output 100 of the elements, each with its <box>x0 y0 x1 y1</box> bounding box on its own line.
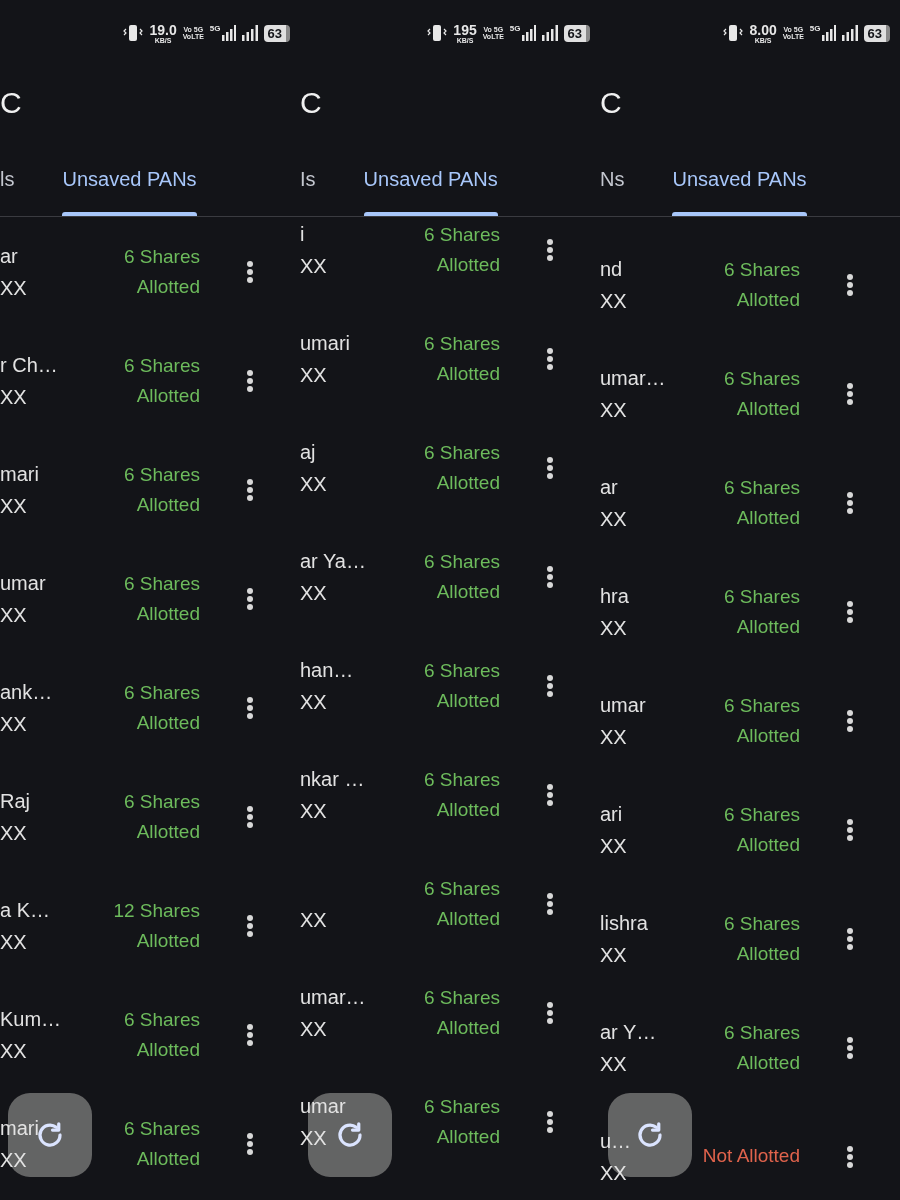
shares-count: 6 Shares <box>123 571 200 596</box>
investor-name: nkar … <box>300 766 365 792</box>
shares-count: 6 Shares <box>423 549 500 574</box>
pan-number: XX <box>300 580 327 606</box>
allotment-status: Allotted <box>136 710 200 735</box>
more-options-icon[interactable] <box>244 694 256 721</box>
pan-number: XX <box>300 907 327 933</box>
allotment-status: Allotted <box>736 941 800 966</box>
investor-name: ank… <box>0 679 53 705</box>
pan-number: XX <box>600 1051 627 1077</box>
more-options-icon[interactable] <box>244 912 256 939</box>
investor-name: hra <box>600 583 629 609</box>
shares-count: 12 Shares <box>113 898 200 923</box>
vibrate-icon <box>123 23 144 43</box>
signal-icon <box>541 25 558 41</box>
speed-value: 19.0 <box>149 22 177 37</box>
pan-number: XX <box>300 1016 327 1042</box>
pan-number: XX <box>0 275 27 301</box>
investor-name: ar <box>600 474 618 500</box>
pan-number: XX <box>300 689 327 715</box>
shares-count: 6 Shares <box>123 789 200 814</box>
app-title: C <box>300 84 322 121</box>
more-options-icon[interactable] <box>244 1130 256 1157</box>
more-options-icon[interactable] <box>544 454 556 481</box>
allotment-status: Allotted <box>736 287 800 312</box>
more-options-icon[interactable] <box>844 1143 856 1170</box>
more-options-icon[interactable] <box>544 345 556 372</box>
more-options-icon[interactable] <box>844 271 856 298</box>
app-title: C <box>0 84 22 121</box>
pan-number: XX <box>300 362 327 388</box>
tab[interactable]: Unsaved PANs <box>363 138 498 216</box>
more-options-icon[interactable] <box>244 258 256 285</box>
investor-name: umari <box>300 330 350 356</box>
pan-number: XX <box>300 471 327 497</box>
signal-icon <box>221 25 236 41</box>
tab[interactable]: Unsaved PANs <box>62 138 197 216</box>
pan-number: XX <box>600 942 627 968</box>
pan-number: XX <box>300 253 327 279</box>
allotment-status: Allotted <box>736 396 800 421</box>
pan-number: XX <box>600 288 627 314</box>
more-options-icon[interactable] <box>244 1021 256 1048</box>
more-options-icon[interactable] <box>544 999 556 1026</box>
investor-name: nd <box>600 256 623 282</box>
more-options-icon[interactable] <box>844 707 856 734</box>
more-options-icon[interactable] <box>544 1108 556 1135</box>
more-options-icon[interactable] <box>544 890 556 917</box>
more-options-icon[interactable] <box>844 816 856 843</box>
shares-count: 6 Shares <box>423 658 500 683</box>
more-options-icon[interactable] <box>844 598 856 625</box>
refresh-icon <box>635 1120 665 1150</box>
more-options-icon[interactable] <box>844 489 856 516</box>
investor-name: r Ch… <box>0 352 58 378</box>
more-options-icon[interactable] <box>844 925 856 952</box>
investor-name: mari <box>0 461 39 487</box>
allotment-status: Allotted <box>736 832 800 857</box>
allotment-status: Allotted <box>136 1037 200 1062</box>
more-options-icon[interactable] <box>244 367 256 394</box>
refresh-icon <box>335 1120 365 1150</box>
investor-name: umar <box>0 570 46 596</box>
more-options-icon[interactable] <box>244 803 256 830</box>
allotment-status: Not Allotted <box>702 1144 800 1169</box>
shares-count: 6 Shares <box>723 911 800 936</box>
battery-level: 63 <box>263 24 290 42</box>
battery-level: 63 <box>563 24 590 42</box>
tab[interactable]: Unsaved PANs <box>672 138 807 216</box>
shares-count: 6 Shares <box>723 693 800 718</box>
shares-count: 6 Shares <box>723 584 800 609</box>
more-options-icon[interactable] <box>244 476 256 503</box>
more-options-icon[interactable] <box>844 1034 856 1061</box>
more-options-icon[interactable] <box>544 236 556 263</box>
vibrate-icon <box>427 23 448 43</box>
investor-name: ari <box>600 801 623 827</box>
investor-name: Raj <box>0 788 30 814</box>
shares-count: 6 Shares <box>123 462 200 487</box>
more-options-icon[interactable] <box>544 563 556 590</box>
shares-count: 6 Shares <box>423 440 500 465</box>
allotment-status: Allotted <box>436 688 500 713</box>
allotment-status: Allotted <box>136 1146 200 1171</box>
vibrate-icon <box>723 23 744 43</box>
more-options-icon[interactable] <box>544 781 556 808</box>
speed-value: 195 <box>453 22 477 37</box>
tab[interactable]: ls <box>0 138 15 216</box>
investor-name: umar <box>600 692 646 718</box>
shares-count: 6 Shares <box>423 1094 500 1119</box>
network-label: 5G <box>509 25 521 33</box>
tab[interactable]: Ns <box>600 138 625 216</box>
allotment-status: Allotted <box>136 601 200 626</box>
tab[interactable]: Is <box>300 138 316 216</box>
pan-number: XX <box>600 1160 627 1186</box>
shares-count: 6 Shares <box>123 1116 200 1141</box>
pan-number: XX <box>0 929 27 955</box>
more-options-icon[interactable] <box>844 380 856 407</box>
investor-name: Kum… <box>0 1006 62 1032</box>
shares-count: 6 Shares <box>723 475 800 500</box>
shares-count: 6 Shares <box>123 680 200 705</box>
pan-number: XX <box>600 397 627 423</box>
allotment-status: Allotted <box>136 819 200 844</box>
more-options-icon[interactable] <box>244 585 256 612</box>
network-label: 5G <box>209 25 221 33</box>
more-options-icon[interactable] <box>544 672 556 699</box>
